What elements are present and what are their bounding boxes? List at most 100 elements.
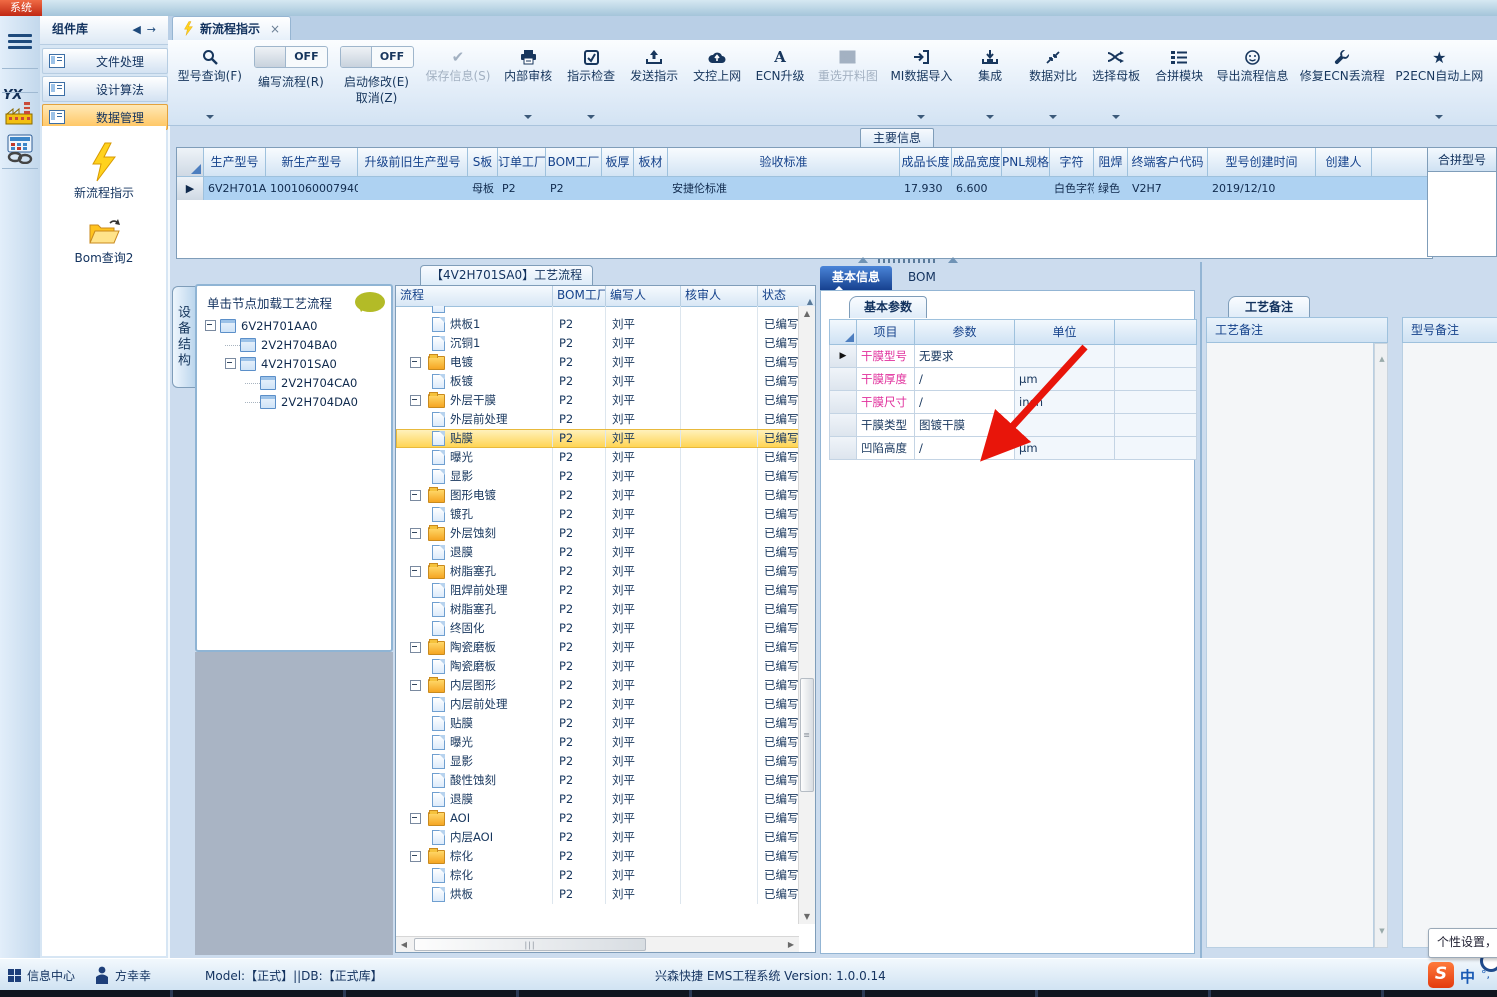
toolbar-button-ECN升级[interactable]: A ECN升级 <box>756 40 805 125</box>
sogou-input-icon[interactable]: S <box>1428 962 1454 988</box>
process-row-棕化[interactable]: 棕化 P2 刘平 已编写 <box>396 847 799 866</box>
toolbar-button-内部审核[interactable]: 内部审核 <box>504 40 552 125</box>
toolbar-button-合拼模块[interactable]: 合拼模块 <box>1155 40 1203 125</box>
process-row-终固化[interactable]: 终固化 P2 刘平 已编写 <box>396 619 799 638</box>
process-row-AOI[interactable]: AOI P2 刘平 已编写 <box>396 809 799 828</box>
column-header-11[interactable]: PNL规格 <box>1002 148 1050 177</box>
process-column-3[interactable]: 核审人 <box>681 286 758 306</box>
process-row-阻焊前处理[interactable]: 阻焊前处理 P2 刘平 已编写 <box>396 581 799 600</box>
status-user[interactable]: 方幸幸 <box>95 959 151 991</box>
process-notes-body[interactable] <box>1206 343 1374 948</box>
process-row-曝光[interactable]: 曝光 P2 刘平 已编写 <box>396 448 799 467</box>
toolbar-button-重选开料图[interactable]: 重选开料图 <box>818 40 878 125</box>
splitter-grip[interactable] <box>848 257 978 265</box>
process-column-2[interactable]: 编写人 <box>606 286 681 306</box>
expand-minus-icon[interactable] <box>410 528 421 539</box>
column-header-4[interactable]: 订单工厂 <box>498 148 546 177</box>
process-row-贴膜[interactable]: 贴膜 P2 刘平 已编写 <box>396 429 799 448</box>
chevron-down-icon[interactable] <box>587 115 596 119</box>
scroll-up-icon[interactable]: ▲ <box>799 306 815 321</box>
column-header-3[interactable]: S板 <box>468 148 498 177</box>
close-icon[interactable]: × <box>270 22 280 36</box>
process-vertical-scrollbar[interactable]: ▲ ≡ ▼ <box>798 306 815 924</box>
chevron-down-icon[interactable] <box>205 115 214 119</box>
params-column-1[interactable]: 参数 <box>915 319 1015 345</box>
column-header-12[interactable]: 字符 <box>1050 148 1094 177</box>
scroll-right-icon[interactable]: ▶ <box>783 937 799 952</box>
toolbar-button-导出流程信息[interactable]: 导出流程信息 <box>1216 40 1288 125</box>
expand-minus-icon[interactable] <box>410 566 421 577</box>
toolbar-button-文控上网[interactable]: 文控上网 <box>693 40 741 125</box>
toggle-knob[interactable] <box>254 47 286 67</box>
process-row-内层图形[interactable]: 内层图形 P2 刘平 已编写 <box>396 676 799 695</box>
column-header-5[interactable]: BOM工厂 <box>546 148 602 177</box>
calculator-link-icon[interactable] <box>4 134 36 164</box>
column-header-7[interactable]: 板材 <box>634 148 668 177</box>
off-toggle[interactable]: OFF <box>253 46 328 68</box>
model-notes-body[interactable] <box>1402 343 1497 948</box>
tree-node-2V2H704CA0[interactable]: 2V2H704CA0 <box>197 373 391 392</box>
scroll-left-icon[interactable]: ◀ <box>396 937 412 952</box>
sidebar-item-new-process-instruction[interactable]: 新流程指示 <box>42 142 166 201</box>
process-row-镀孔[interactable]: 镀孔 P2 刘平 已编写 <box>396 505 799 524</box>
process-row-树脂塞孔[interactable]: 树脂塞孔 P2 刘平 已编写 <box>396 600 799 619</box>
chevron-down-icon[interactable] <box>1435 115 1444 119</box>
status-info-center[interactable]: 信息中心 <box>8 959 75 991</box>
process-horizontal-scrollbar[interactable]: ◀ ||| ▶ <box>396 936 799 952</box>
toolbar-button-型号查询F[interactable]: 型号查询(F) <box>178 40 242 125</box>
tab-device-structure[interactable]: 设备结构 <box>172 286 196 388</box>
process-row-外层前处理[interactable]: 外层前处理 P2 刘平 已编写 <box>396 410 799 429</box>
process-row-partial[interactable] <box>396 306 799 315</box>
chevron-down-icon[interactable] <box>917 115 926 119</box>
param-row-凹陷高度[interactable]: 凹陷高度 / μm <box>829 437 1197 460</box>
params-column-0[interactable]: 项目 <box>857 319 915 345</box>
chevron-down-icon[interactable] <box>1112 115 1121 119</box>
model-table-row[interactable]: ▶6V2H701AA010010600079405母板P2P2安捷伦标准17.9… <box>177 177 1432 200</box>
process-row-退膜[interactable]: 退膜 P2 刘平 已编写 <box>396 790 799 809</box>
process-row-内层AOI[interactable]: 内层AOI P2 刘平 已编写 <box>396 828 799 847</box>
process-row-烘板[interactable]: 烘板 P2 刘平 已编写 <box>396 885 799 904</box>
process-row-电镀[interactable]: 电镀 P2 刘平 已编写 <box>396 353 799 372</box>
sidebar-item-0[interactable]: 文件处理 <box>42 48 168 74</box>
process-row-沉铜1[interactable]: 沉铜1 P2 刘平 已编写 <box>396 334 799 353</box>
params-select-all[interactable] <box>829 319 857 345</box>
expand-minus-icon[interactable] <box>410 357 421 368</box>
column-header-8[interactable]: 验收标准 <box>668 148 900 177</box>
expand-minus-icon[interactable] <box>410 395 421 406</box>
process-row-烘板1[interactable]: 烘板1 P2 刘平 已编写 <box>396 315 799 334</box>
expand-minus-icon[interactable] <box>205 320 216 331</box>
sidebar-item-bom-query2[interactable]: Bom查询2 <box>42 217 166 266</box>
toolbar-button-保存信息S[interactable]: ✔ 保存信息(S) <box>425 40 490 125</box>
toolbar-button-发送指示[interactable]: 发送指示 <box>630 40 678 125</box>
expand-minus-icon[interactable] <box>225 358 236 369</box>
column-header-17[interactable] <box>1372 148 1432 177</box>
process-row-棕化[interactable]: 棕化 P2 刘平 已编写 <box>396 866 799 885</box>
column-header-6[interactable]: 板厚 <box>602 148 634 177</box>
tab-process-notes[interactable]: 工艺备注 <box>1228 296 1311 318</box>
process-row-酸性蚀刻[interactable]: 酸性蚀刻 P2 刘平 已编写 <box>396 771 799 790</box>
chevron-down-icon[interactable] <box>986 115 995 119</box>
tree-node-6V2H701AA0[interactable]: 6V2H701AA0 <box>197 316 391 335</box>
toolbar-button-修复ECN丢流程[interactable]: 修复ECN丢流程 <box>1300 40 1385 125</box>
system-menu-tab[interactable]: 系统 <box>0 0 42 16</box>
tab-基本信息[interactable]: 基本信息 <box>820 266 893 291</box>
merge-model-body[interactable] <box>1427 172 1497 257</box>
column-header-0[interactable]: 生产型号 <box>204 148 266 177</box>
process-row-外层蚀刻[interactable]: 外层蚀刻 P2 刘平 已编写 <box>396 524 799 543</box>
process-row-内层前处理[interactable]: 内层前处理 P2 刘平 已编写 <box>396 695 799 714</box>
menu-icon[interactable] <box>8 34 32 50</box>
process-column-1[interactable]: BOM工厂 <box>553 286 606 306</box>
chevron-down-icon[interactable] <box>524 115 533 119</box>
column-header-2[interactable]: 升级前旧生产型号 <box>358 148 468 177</box>
param-value-cell[interactable]: / <box>915 437 1015 460</box>
process-row-退膜[interactable]: 退膜 P2 刘平 已编写 <box>396 543 799 562</box>
tree-node-2V2H704DA0[interactable]: 2V2H704DA0 <box>197 392 391 411</box>
process-row-陶瓷磨板[interactable]: 陶瓷磨板 P2 刘平 已编写 <box>396 638 799 657</box>
column-header-14[interactable]: 终端客户代码 <box>1128 148 1208 177</box>
column-header-9[interactable]: 成品长度 <box>900 148 952 177</box>
process-row-树脂塞孔[interactable]: 树脂塞孔 P2 刘平 已编写 <box>396 562 799 581</box>
expand-minus-icon[interactable] <box>410 642 421 653</box>
select-all-cell[interactable] <box>177 148 204 177</box>
column-header-1[interactable]: 新生产型号 <box>266 148 358 177</box>
param-value-cell[interactable]: 无要求 <box>915 345 1015 368</box>
